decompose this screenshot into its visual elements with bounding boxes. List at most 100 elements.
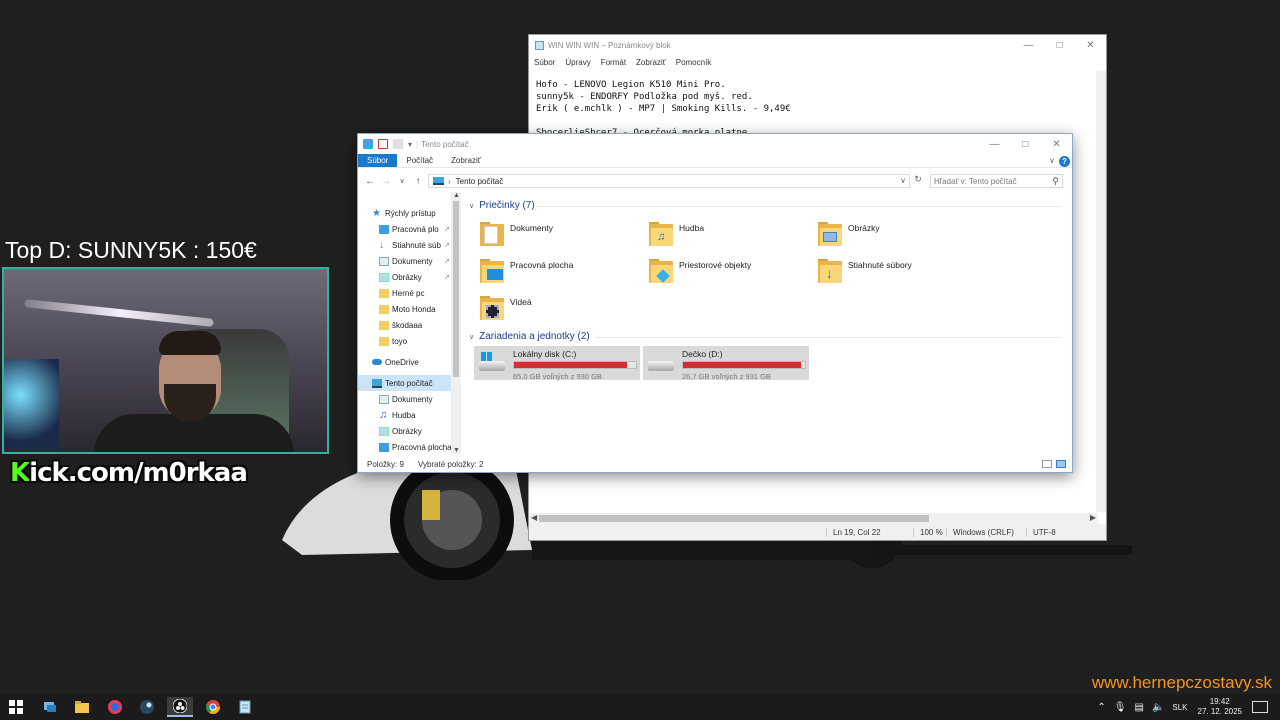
- navigation-pane: ★ Rýchly prístup Pracovná plo ➚ ↓ Stiahn…: [358, 192, 462, 454]
- desktop-folder-icon: [480, 257, 504, 283]
- nav-this-pc[interactable]: Tento počítač: [358, 375, 452, 391]
- tab-file[interactable]: Súbor: [358, 154, 398, 167]
- folder-item-music[interactable]: ♫ Hudba: [649, 216, 704, 250]
- start-button[interactable]: [3, 697, 29, 717]
- chevron-up-icon[interactable]: ⌃: [1097, 702, 1105, 713]
- nav-item-folder[interactable]: Herné pc: [358, 285, 452, 301]
- up-arrow-icon[interactable]: ↑: [410, 176, 426, 187]
- folder-item-downloads[interactable]: ↓ Stiahnuté súbory: [818, 253, 912, 287]
- scroll-up-icon[interactable]: ▲: [453, 192, 460, 199]
- folder-item-desktop[interactable]: Pracovná plocha: [480, 253, 573, 287]
- folder-item-videos[interactable]: Videá: [480, 290, 532, 324]
- breadcrumb-separator-icon[interactable]: ›: [448, 177, 451, 186]
- scroll-left-icon[interactable]: ◀: [531, 513, 537, 522]
- nav-item-documents[interactable]: Dokumenty ➚: [358, 253, 452, 269]
- tab-view[interactable]: Zobraziť: [442, 154, 490, 167]
- folder-item-documents[interactable]: Dokumenty: [480, 216, 553, 250]
- menu-format[interactable]: Formát: [601, 58, 626, 67]
- scroll-down-icon[interactable]: ▼: [453, 447, 460, 454]
- taskbar-app-steam[interactable]: [134, 697, 160, 717]
- help-icon[interactable]: ?: [1059, 156, 1070, 167]
- properties-icon[interactable]: [378, 139, 388, 149]
- back-arrow-icon[interactable]: ←: [362, 176, 378, 187]
- clock[interactable]: 19:42 27. 12. 2025: [1198, 697, 1242, 717]
- language-indicator[interactable]: SLK: [1172, 703, 1187, 712]
- explorer-window[interactable]: ▾ | Tento počítač — □ ✕ Súbor Počítač Zo…: [357, 133, 1073, 473]
- nav-item-documents[interactable]: Dokumenty: [358, 391, 452, 407]
- large-icons-view-icon[interactable]: [1056, 460, 1066, 468]
- scroll-right-icon[interactable]: ▶: [1090, 513, 1096, 522]
- taskbar-app-obs[interactable]: [102, 697, 128, 717]
- line-ending: Windows (CRLF): [946, 528, 1014, 537]
- taskbar-app-obs-studio[interactable]: [167, 697, 193, 717]
- nav-item-folder[interactable]: škodaaa: [358, 317, 452, 333]
- customize-qa-icon[interactable]: ▾: [408, 140, 412, 149]
- tab-computer[interactable]: Počítač: [397, 154, 442, 167]
- drive-item-c[interactable]: Lokálny disk (C:) 65,0 GB voľných z 930 …: [474, 346, 640, 381]
- collapse-icon[interactable]: ∨: [469, 333, 474, 341]
- folder-item-3d-objects[interactable]: Priestorové objekty: [649, 253, 751, 287]
- nav-scrollbar[interactable]: ▲ ▼: [451, 192, 461, 454]
- menu-help[interactable]: Pomocník: [676, 58, 712, 67]
- nav-item-downloads[interactable]: ↓ Stiahnuté súb ➚: [358, 237, 452, 253]
- nav-label: Pracovná plo: [392, 224, 439, 234]
- details-view-icon[interactable]: [1042, 460, 1052, 468]
- address-dropdown-icon[interactable]: ∨: [900, 176, 906, 185]
- close-icon[interactable]: ✕: [1075, 35, 1106, 55]
- explorer-titlebar[interactable]: ▾ | Tento počítač: [358, 134, 1072, 154]
- nav-item-desktop[interactable]: Pracovná plocha: [358, 439, 452, 455]
- drive-free-space: 65,0 GB voľných z 930 GB: [513, 372, 602, 381]
- refresh-icon[interactable]: ↻: [912, 174, 924, 188]
- new-folder-icon[interactable]: [393, 139, 403, 149]
- search-icon[interactable]: ⚲: [1052, 176, 1059, 187]
- led-strip: [24, 299, 214, 327]
- folder-item-pictures[interactable]: Obrázky: [818, 216, 880, 250]
- nav-item-folder[interactable]: toyo: [358, 333, 452, 349]
- ribbon-tabs: Súbor Počítač Zobraziť ∨ ?: [358, 154, 1072, 168]
- nav-item-pictures[interactable]: Obrázky ➚: [358, 269, 452, 285]
- nav-item-pictures[interactable]: Obrázky: [358, 423, 452, 439]
- nav-item-folder[interactable]: Moto Honda: [358, 301, 452, 317]
- drive-item-d[interactable]: Dečko (D:) 26,7 GB voľných z 931 GB: [643, 346, 809, 381]
- address-bar[interactable]: › Tento počítač ∨: [428, 174, 910, 188]
- recent-locations-icon[interactable]: ∨: [394, 177, 410, 185]
- devices-group-header[interactable]: ∨ Zariadenia a jednotky (2): [469, 331, 590, 342]
- notifications-icon[interactable]: [1252, 701, 1268, 713]
- drive-usage-fill: [683, 362, 802, 368]
- volume-icon[interactable]: 🔈: [1152, 702, 1164, 713]
- document-icon: [379, 256, 389, 266]
- search-input[interactable]: Hľadať v: Tento počítač ⚲: [930, 174, 1063, 188]
- forward-arrow-icon[interactable]: →: [378, 176, 394, 187]
- minimize-icon[interactable]: —: [979, 134, 1010, 154]
- menu-edit[interactable]: Úpravy: [565, 58, 590, 67]
- notepad-vertical-scrollbar[interactable]: [1096, 71, 1106, 512]
- pin-icon: ➚: [444, 226, 450, 233]
- scroll-thumb[interactable]: [539, 515, 929, 522]
- taskbar-app-chrome[interactable]: [200, 697, 226, 717]
- encoding: UTF-8: [1026, 528, 1056, 537]
- maximize-icon[interactable]: □: [1044, 35, 1075, 55]
- microphone-icon[interactable]: 🎙: [1114, 702, 1127, 713]
- menu-view[interactable]: Zobraziť: [636, 58, 666, 67]
- expand-ribbon-icon[interactable]: ∨: [1049, 156, 1055, 165]
- videos-folder-icon: [480, 294, 504, 320]
- network-icon[interactable]: ▤: [1134, 702, 1143, 713]
- notepad-horizontal-scrollbar[interactable]: ◀ ▶: [529, 513, 1098, 524]
- notepad-text-area[interactable]: Hofo - LENOVO Legion K510 Mini Pro. sunny…: [536, 79, 791, 139]
- folders-group-header[interactable]: ∨ Priečinky (7): [469, 200, 535, 211]
- taskbar-app-task-view[interactable]: [37, 697, 63, 717]
- menu-file[interactable]: Súbor: [534, 58, 555, 67]
- taskbar-app-notepad[interactable]: [232, 697, 258, 717]
- nav-item-desktop[interactable]: Pracovná plo ➚: [358, 221, 452, 237]
- nav-onedrive[interactable]: OneDrive: [358, 354, 452, 370]
- maximize-icon[interactable]: □: [1010, 134, 1041, 154]
- scroll-thumb[interactable]: [453, 201, 459, 377]
- nav-item-music[interactable]: ♫ Hudba: [358, 407, 452, 423]
- minimize-icon[interactable]: —: [1013, 35, 1044, 55]
- taskbar-app-explorer[interactable]: [69, 697, 95, 717]
- collapse-icon[interactable]: ∨: [469, 202, 474, 210]
- nav-quick-access[interactable]: ★ Rýchly prístup: [358, 205, 452, 221]
- item-count: Položky: 9: [367, 459, 404, 469]
- close-icon[interactable]: ✕: [1041, 134, 1072, 154]
- notepad-menubar: Súbor Úpravy Formát Zobraziť Pomocník: [529, 55, 1106, 70]
